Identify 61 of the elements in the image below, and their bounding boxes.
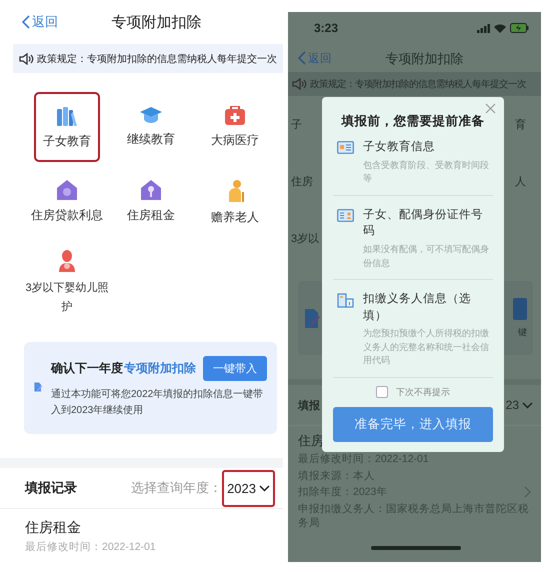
category-label: 住房: [291, 174, 313, 189]
category-label: 3岁以: [291, 232, 320, 246]
category-label: 人: [515, 175, 526, 189]
category-label: 子: [291, 118, 302, 132]
one-click-import-button[interactable]: 一键带入: [203, 356, 267, 382]
house-key-icon: [141, 180, 161, 200]
checkbox-label: 下次不再提示: [396, 386, 450, 399]
building-icon: [337, 293, 354, 308]
requirement-description: 如果没有配偶，可不填写配偶身份信息: [363, 243, 489, 270]
category-item[interactable]: 继续教育: [118, 92, 184, 162]
document-pen-icon: [304, 307, 322, 329]
banner-title: 确认下一年度: [51, 360, 123, 378]
page-title: 专项附加扣除: [384, 50, 464, 68]
category-item[interactable]: 住房租金: [109, 166, 193, 238]
back-chevron-icon: [22, 15, 30, 29]
requirement-title: 子女、配偶身份证件号码: [363, 208, 484, 240]
info-card-icon: [337, 141, 354, 154]
requirement-title: 子女教育信息: [363, 139, 436, 155]
banner-description: 键: [518, 326, 527, 338]
requirement-description: 为您预扣预缴个人所得税的扣缴义务人的完整名称和统一社会信用代码: [363, 327, 489, 368]
banner-title-link[interactable]: 专项附加扣除: [124, 360, 196, 378]
record-title: 住房: [298, 432, 324, 450]
back-chevron-icon: [298, 51, 306, 65]
chevron-right-icon: [524, 486, 531, 498]
mother-baby-icon: [58, 250, 76, 272]
id-card-icon: [337, 208, 354, 222]
dialog-title: 填报前，您需要提前准备: [340, 113, 486, 130]
category-item[interactable]: 住房贷款利息: [25, 166, 109, 238]
back-button[interactable]: 返回: [22, 13, 58, 31]
banner-description: 通过本功能可将您2022年填报的扣除信息一键带入到2023年继续使用: [51, 388, 264, 418]
status-time: 3:23: [314, 21, 338, 35]
speaker-icon: [19, 52, 34, 64]
chevron-down-icon: [259, 484, 270, 492]
category-label: 育: [515, 118, 526, 132]
category-item[interactable]: 大病医疗: [202, 92, 268, 162]
records-heading: 填报: [298, 398, 320, 412]
record-modified-time: 最后修改时间：2022-12-01: [25, 540, 157, 554]
record-title: 住房租金: [25, 519, 82, 538]
books-icon: [56, 106, 78, 126]
speaker-icon: [292, 78, 307, 90]
records-heading: 填报记录: [25, 479, 78, 498]
category-item[interactable]: 3岁以下婴幼儿照护: [18, 242, 116, 328]
one-click-import-button[interactable]: [513, 298, 527, 320]
battery-charging-icon: [510, 23, 529, 33]
wifi-icon: [494, 24, 506, 32]
category-item[interactable]: 子女教育: [34, 92, 100, 162]
close-icon[interactable]: [485, 103, 496, 114]
signal-icon: [477, 24, 490, 32]
medical-kit-icon: [225, 106, 245, 125]
category-item[interactable]: 赡养老人: [193, 166, 277, 238]
policy-notice-text: 政策规定：专项附加扣除的信息需纳税人每年提交一次: [37, 52, 277, 66]
page-title: 专项附加扣除: [110, 13, 202, 32]
policy-notice-text: 政策规定：专项附加扣除的信息需纳税人每年提交一次: [310, 78, 526, 90]
graduation-cap-icon: [139, 106, 163, 124]
requirement-title: 扣缴义务人信息（选填）: [363, 291, 472, 324]
house-icon: [57, 180, 77, 200]
requirement-description: 包含受教育阶段、受教育时间段等: [363, 158, 489, 186]
year-dropdown[interactable]: 2023: [222, 470, 275, 507]
year-filter-label: 选择查询年度：: [131, 479, 222, 498]
chevron-down-icon: [522, 402, 533, 408]
checkbox[interactable]: [376, 386, 388, 398]
